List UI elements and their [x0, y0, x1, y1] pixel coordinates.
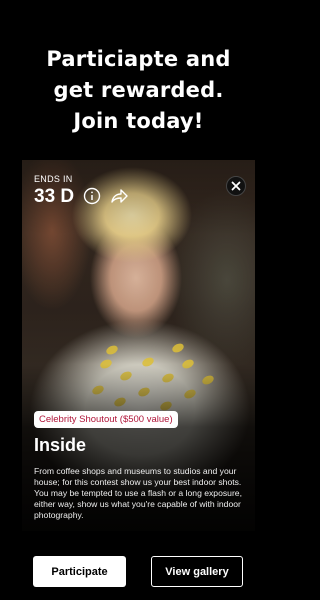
info-icon[interactable] [83, 187, 101, 205]
view-gallery-button[interactable]: View gallery [151, 556, 243, 587]
share-icon[interactable] [110, 187, 129, 205]
headline-line-1: Particiapte and [46, 47, 231, 71]
headline: Particiapte and get rewarded. Join today… [0, 44, 277, 137]
ends-in-label: ENDS IN [34, 174, 73, 184]
contest-title: Inside [34, 435, 87, 455]
close-button[interactable] [226, 176, 246, 196]
headline-line-2: get rewarded. [53, 78, 224, 102]
prize-badge: Celebrity Shoutout ($500 value) [34, 411, 178, 428]
headline-line-3: Join today! [73, 109, 204, 133]
contest-description: From coffee shops and museums to studios… [34, 466, 242, 520]
close-icon [231, 181, 241, 191]
participate-button[interactable]: Participate [33, 556, 126, 587]
ends-in-value: 33 D [34, 186, 75, 207]
contest-card[interactable]: ENDS IN 33 D Celebrity Shoutout ($500 va… [22, 160, 255, 531]
